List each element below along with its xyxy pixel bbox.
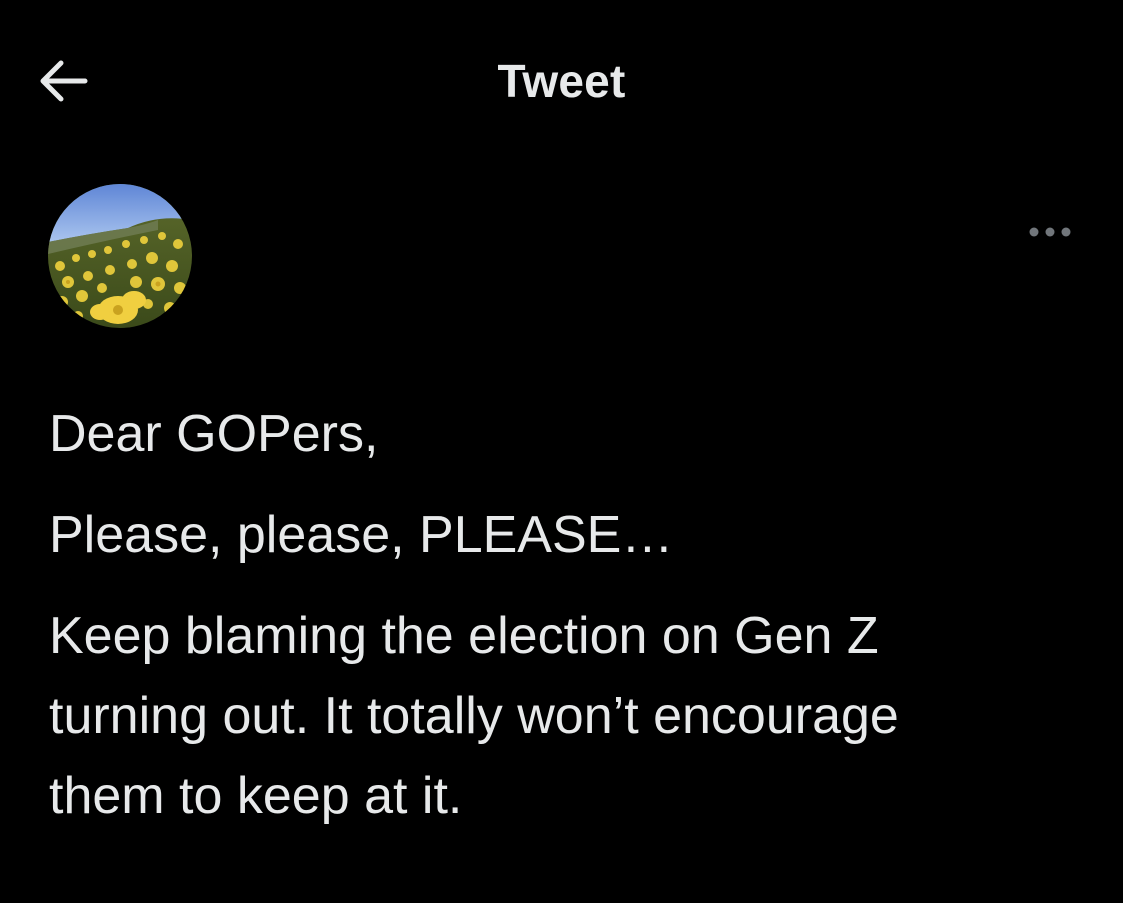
- top-bar: Tweet: [0, 0, 1123, 160]
- tweet-paragraph: Dear GOPers,: [49, 405, 379, 463]
- more-horizontal-icon: [1029, 227, 1071, 237]
- avatar[interactable]: [48, 184, 192, 328]
- author-name[interactable]: [218, 228, 228, 258]
- tweet-text: Dear GOPers, Please, please, PLEASE… Kee…: [49, 394, 1089, 836]
- page-title: Tweet: [497, 55, 626, 107]
- more-options-button[interactable]: [1022, 216, 1078, 248]
- author-handle[interactable]: [218, 266, 228, 296]
- tweet-paragraph: Please, please, PLEASE…: [49, 506, 674, 564]
- tweet-paragraph: Keep blaming the election on Gen Z turni…: [49, 607, 899, 825]
- avatar-flower-field-icon: [48, 184, 192, 328]
